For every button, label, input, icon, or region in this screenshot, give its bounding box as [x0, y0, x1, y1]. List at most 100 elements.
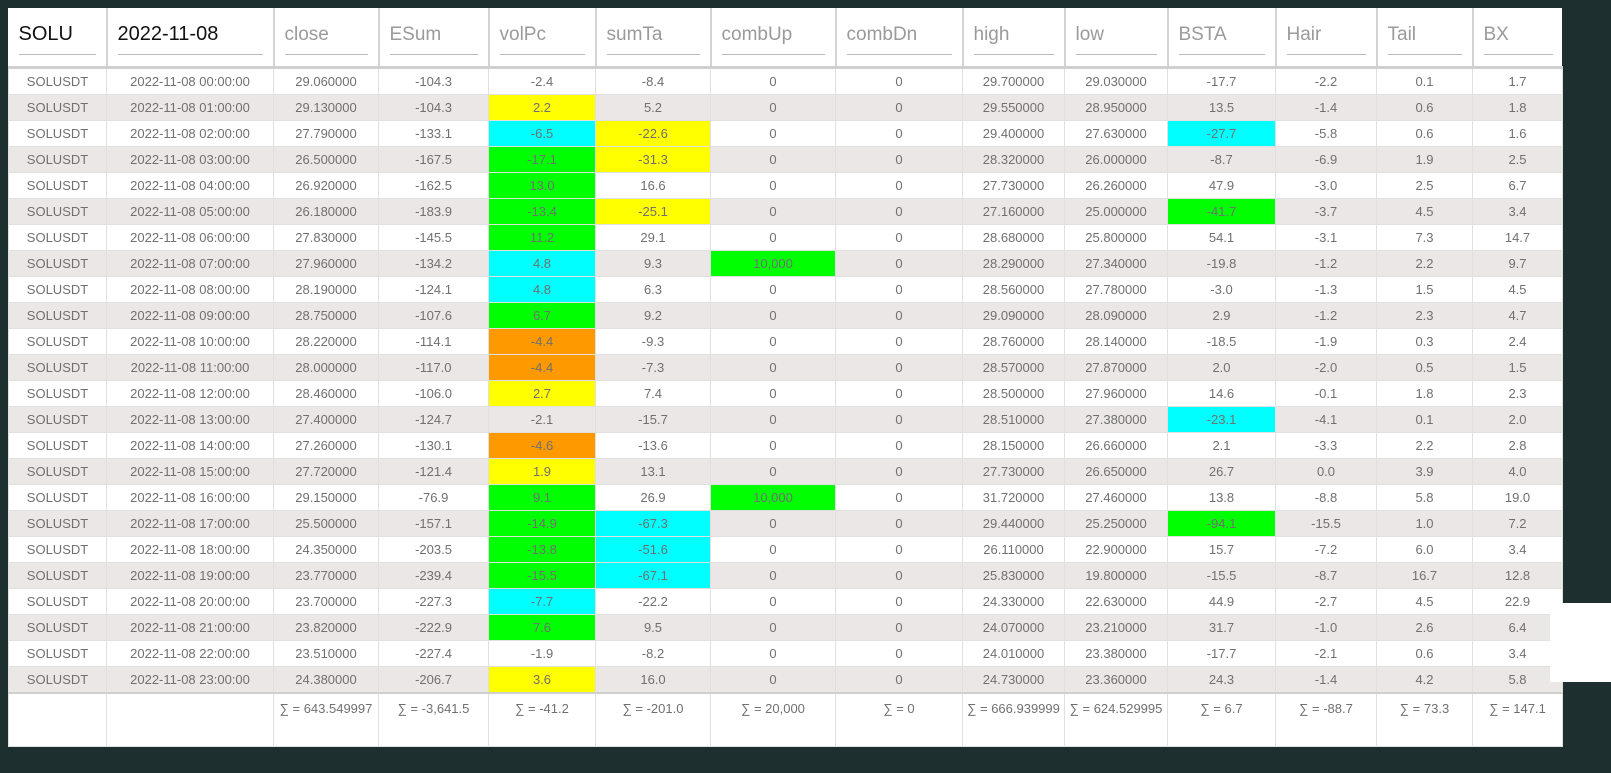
table-cell: SOLUSDT: [8, 510, 107, 537]
table-cell: -15.7: [595, 406, 711, 433]
column-header-close[interactable]: close: [272, 8, 379, 68]
table-cell: 5.2: [595, 94, 711, 121]
table-cell: 0.1: [1376, 67, 1473, 95]
date-filter[interactable]: 2022-11-08: [117, 23, 263, 55]
table-cell: 0: [710, 458, 836, 485]
table-cell: 27.780000: [1064, 276, 1168, 303]
table-cell: -19.8: [1167, 250, 1276, 277]
column-header-hair[interactable]: Hair: [1274, 8, 1377, 68]
table-cell: 26.920000: [273, 172, 379, 199]
column-header-esum[interactable]: ESum: [377, 8, 489, 68]
table-cell: 27.160000: [962, 198, 1065, 225]
table-cell: -124.1: [378, 276, 489, 303]
table-cell: 15.7: [1167, 536, 1276, 563]
column-filter-bsta[interactable]: BSTA: [1178, 24, 1265, 55]
table-row[interactable]: SOLUSDT 2022-11-08 06:00:00 27.830000 -145.…: [8, 224, 1563, 251]
table-cell: 2022-11-08 04:00:00: [106, 172, 274, 199]
column-filter-high[interactable]: high: [973, 24, 1054, 55]
table-row[interactable]: SOLUSDT 2022-11-08 09:00:00 28.750000 -107.…: [8, 302, 1563, 329]
table-cell: 27.260000: [273, 432, 379, 459]
table-cell: -183.9: [378, 198, 489, 225]
table-cell: 27.870000: [1064, 354, 1168, 381]
table-row[interactable]: SOLUSDT 2022-11-08 04:00:00 26.920000 -162.…: [8, 172, 1563, 199]
column-header-date[interactable]: 2022-11-08: [105, 8, 274, 68]
column-header-symbol[interactable]: SOLU: [9, 8, 107, 68]
table-row[interactable]: SOLUSDT 2022-11-08 02:00:00 27.790000 -133.…: [8, 120, 1563, 147]
table-cell: 19.800000: [1064, 562, 1168, 589]
table-row[interactable]: SOLUSDT 2022-11-08 01:00:00 29.130000 -104.…: [8, 94, 1563, 121]
table-row[interactable]: SOLUSDT 2022-11-08 15:00:00 27.720000 -121.…: [8, 458, 1563, 485]
table-row[interactable]: SOLUSDT 2022-11-08 05:00:00 26.180000 -183.…: [8, 198, 1563, 225]
column-filter-combdn[interactable]: combDn: [846, 24, 952, 55]
column-header-combup[interactable]: combUp: [709, 8, 836, 68]
table-cell: 3.9: [1376, 458, 1473, 485]
table-row[interactable]: SOLUSDT 2022-11-08 11:00:00 28.000000 -117.…: [8, 354, 1563, 381]
table-cell: -2.7: [1275, 588, 1377, 615]
table-row[interactable]: SOLUSDT 2022-11-08 22:00:00 23.510000 -227.…: [8, 640, 1563, 667]
table-cell: 27.380000: [1064, 406, 1168, 433]
table-cell: 1.8: [1376, 380, 1473, 407]
table-cell: 23.510000: [273, 640, 379, 667]
table-cell: 22.630000: [1064, 588, 1168, 615]
table-cell: -2.0: [1275, 354, 1377, 381]
table-cell: -3.1: [1275, 224, 1377, 251]
table-row[interactable]: SOLUSDT 2022-11-08 00:00:00 29.060000 -104.…: [8, 67, 1563, 95]
table-row[interactable]: SOLUSDT 2022-11-08 12:00:00 28.460000 -106.…: [8, 380, 1563, 407]
column-header-sumta[interactable]: sumTa: [594, 8, 711, 68]
table-cell: -1.2: [1275, 250, 1377, 277]
table-cell: 2022-11-08 12:00:00: [106, 380, 274, 407]
table-cell: 2022-11-08 08:00:00: [106, 276, 274, 303]
table-cell: 28.320000: [962, 146, 1065, 173]
table-row[interactable]: SOLUSDT 2022-11-08 17:00:00 25.500000 -157.…: [8, 510, 1563, 537]
table-cell: 28.500000: [962, 380, 1065, 407]
column-filter-sumta[interactable]: sumTa: [606, 24, 700, 55]
table-cell: 9.3: [595, 250, 711, 277]
table-cell: 24.380000: [273, 666, 379, 694]
table-cell: SOLUSDT: [8, 614, 107, 641]
summary-cell: [8, 692, 107, 747]
table-cell: 11.2: [488, 224, 596, 251]
column-filter-esum[interactable]: ESum: [389, 24, 478, 55]
column-filter-combup[interactable]: combUp: [721, 24, 825, 55]
table-row[interactable]: SOLUSDT 2022-11-08 16:00:00 29.150000 -76.9…: [8, 484, 1563, 511]
column-filter-low[interactable]: low: [1075, 24, 1157, 55]
table-cell: -1.9: [488, 640, 596, 667]
table-cell: -67.1: [595, 562, 711, 589]
table-row[interactable]: SOLUSDT 2022-11-08 19:00:00 23.770000 -239.…: [8, 562, 1563, 589]
column-filter-close[interactable]: close: [284, 24, 368, 55]
column-filter-hair[interactable]: Hair: [1286, 24, 1366, 55]
symbol-filter[interactable]: SOLU: [18, 23, 96, 55]
table-cell: -1.0: [1275, 614, 1377, 641]
table-cell: -6.5: [488, 120, 596, 147]
column-header-bx[interactable]: BX: [1471, 8, 1563, 68]
table-row[interactable]: SOLUSDT 2022-11-08 18:00:00 24.350000 -203.…: [8, 536, 1563, 563]
table-row[interactable]: SOLUSDT 2022-11-08 21:00:00 23.820000 -222.…: [8, 614, 1563, 641]
table-row[interactable]: SOLUSDT 2022-11-08 07:00:00 27.960000 -134.…: [8, 250, 1563, 277]
table-row[interactable]: SOLUSDT 2022-11-08 20:00:00 23.700000 -227.…: [8, 588, 1563, 615]
table-cell: 0: [710, 640, 836, 667]
table-cell: -13.4: [488, 198, 596, 225]
column-header-volpc[interactable]: volPc: [487, 8, 596, 68]
table-row[interactable]: SOLUSDT 2022-11-08 10:00:00 28.220000 -114.…: [8, 328, 1563, 355]
column-header-bsta[interactable]: BSTA: [1166, 8, 1276, 68]
column-header-combdn[interactable]: combDn: [834, 8, 963, 68]
table-cell: 2022-11-08 17:00:00: [106, 510, 274, 537]
table-cell: 0.1: [1376, 406, 1473, 433]
table-row[interactable]: SOLUSDT 2022-11-08 14:00:00 27.260000 -130.…: [8, 432, 1563, 459]
column-header-low[interactable]: low: [1063, 8, 1168, 68]
column-filter-bx[interactable]: BX: [1483, 24, 1553, 55]
column-header-high[interactable]: high: [961, 8, 1065, 68]
column-filter-tail[interactable]: Tail: [1387, 24, 1462, 55]
table-cell: SOLUSDT: [8, 146, 107, 173]
table-cell: 27.730000: [962, 458, 1065, 485]
table-cell: 2022-11-08 11:00:00: [106, 354, 274, 381]
table-row[interactable]: SOLUSDT 2022-11-08 23:00:00 24.380000 -206.…: [8, 666, 1563, 694]
column-header-tail[interactable]: Tail: [1375, 8, 1473, 68]
table-cell: SOLUSDT: [8, 94, 107, 121]
table-cell: -114.1: [378, 328, 489, 355]
column-filter-volpc[interactable]: volPc: [499, 24, 585, 55]
table-row[interactable]: SOLUSDT 2022-11-08 03:00:00 26.500000 -167.…: [8, 146, 1563, 173]
table-row[interactable]: SOLUSDT 2022-11-08 13:00:00 27.400000 -124.…: [8, 406, 1563, 433]
table-row[interactable]: SOLUSDT 2022-11-08 08:00:00 28.190000 -124.…: [8, 276, 1563, 303]
table-cell: 0.3: [1376, 328, 1473, 355]
